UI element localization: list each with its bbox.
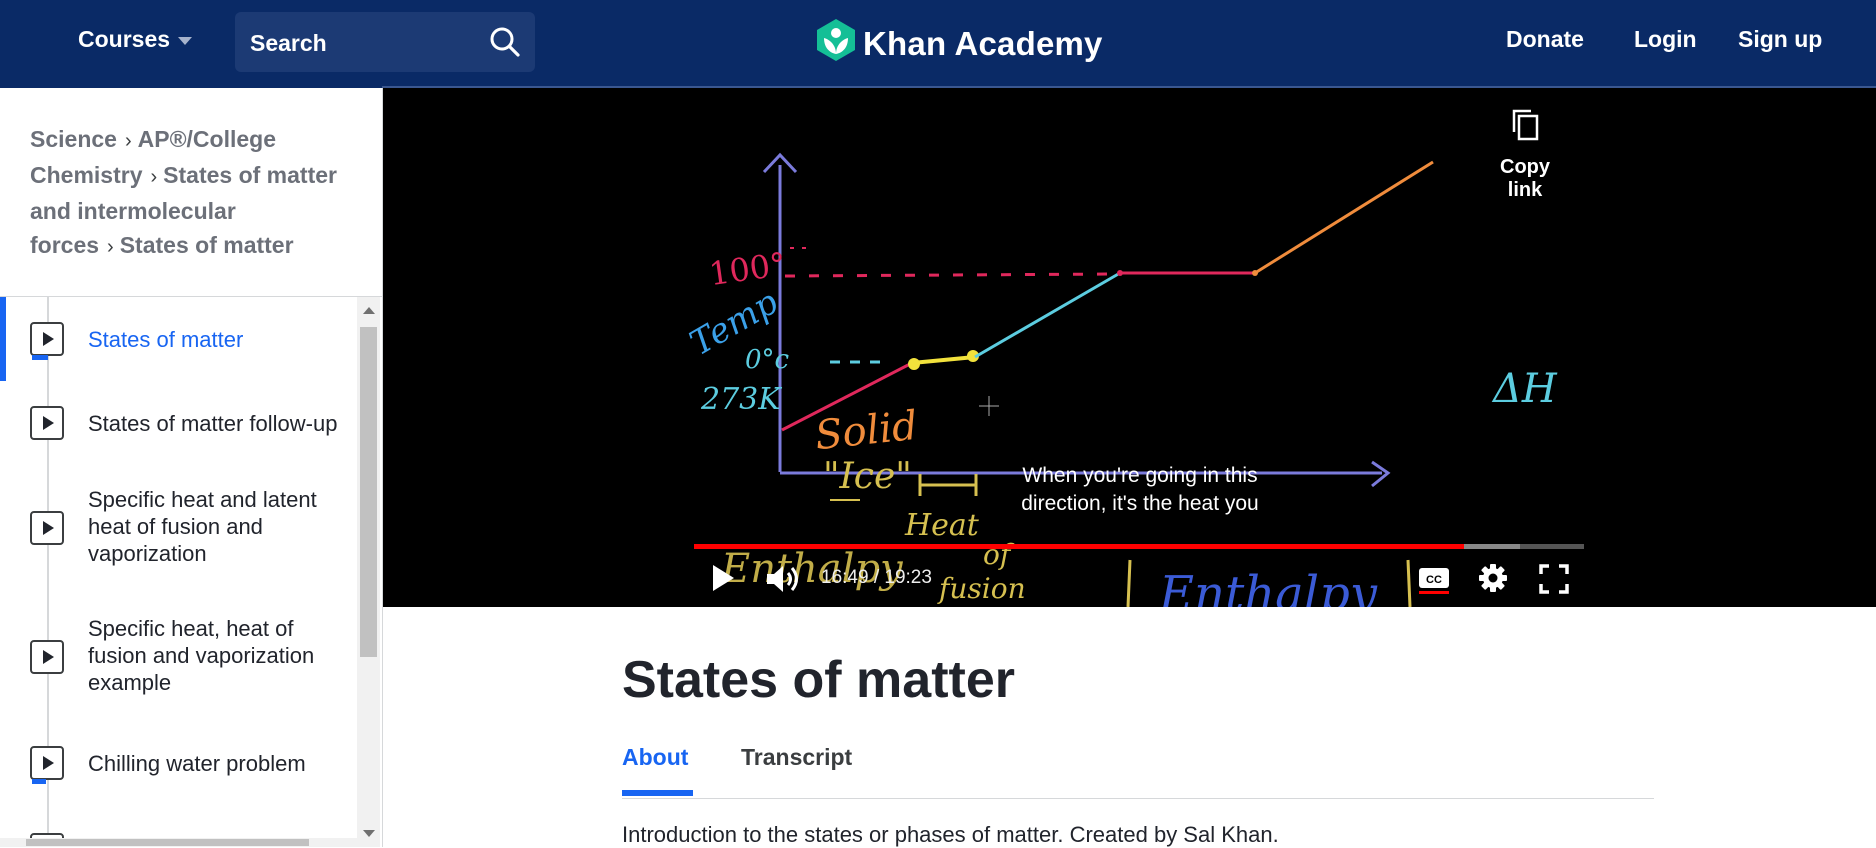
lesson-item-specific-heat-example[interactable]: Specific heat, heat of fusion and vapori…: [0, 593, 358, 723]
label-heat: Heat: [905, 508, 979, 543]
label-fusion: fusion: [939, 572, 1026, 605]
breadcrumb-science[interactable]: Science: [30, 126, 117, 152]
khan-academy-leaf-icon: [815, 18, 857, 70]
video-progress-bar[interactable]: [694, 544, 1584, 549]
video-caption: When you're going in this direction, it'…: [997, 462, 1283, 518]
lesson-item-label: Chilling water problem: [88, 751, 306, 776]
label-ice: "Ice": [823, 456, 912, 497]
lesson-item-label: Specific heat and latent heat of fusion …: [88, 487, 317, 566]
video-play-icon: [30, 406, 64, 440]
label-delta-h: ΔH: [1493, 366, 1557, 412]
label-of: of: [983, 538, 1011, 571]
copy-icon: [1483, 108, 1567, 148]
volume-icon[interactable]: [765, 563, 801, 600]
sign-up-link[interactable]: Sign up: [1738, 26, 1822, 53]
video-time-display: 16:49 / 19:23: [821, 567, 932, 588]
copy-link-button[interactable]: Copy link: [1483, 108, 1567, 202]
play-icon[interactable]: [710, 563, 736, 598]
label-enthalpy-right: Enthalpy: [1159, 566, 1377, 607]
lesson-item-label: Specific heat, heat of fusion and vapori…: [88, 616, 315, 695]
video-play-icon: [30, 511, 64, 545]
top-nav-bar: Courses Khan Academy Donate Login Sign u…: [0, 0, 1876, 88]
breadcrumb-separator: ›: [107, 236, 114, 258]
page-title: States of matter: [622, 651, 1015, 709]
scroll-up-arrow-icon[interactable]: [363, 307, 375, 314]
breadcrumb-separator: ›: [124, 130, 132, 152]
search-input[interactable]: [235, 12, 482, 74]
lesson-list: States of matter States of matter follow…: [0, 297, 358, 847]
svg-text:CC: CC: [1426, 574, 1442, 586]
lesson-item-chilling-water-problem[interactable]: Chilling water problem: [0, 723, 358, 807]
breadcrumb-states-of-matter[interactable]: States of matter: [120, 232, 294, 258]
scroll-down-arrow-icon[interactable]: [363, 830, 375, 837]
breadcrumb-separator: ›: [150, 166, 158, 188]
active-indicator: [0, 297, 6, 381]
fullscreen-icon[interactable]: [1539, 564, 1569, 599]
lesson-item-states-of-matter[interactable]: States of matter: [0, 297, 358, 381]
khan-academy-logo[interactable]: Khan Academy: [815, 18, 1103, 70]
login-link[interactable]: Login: [1634, 26, 1697, 53]
donate-link[interactable]: Donate: [1506, 26, 1584, 53]
tab-about[interactable]: About: [622, 744, 693, 796]
lesson-item-states-of-matter-follow-up[interactable]: States of matter follow-up: [0, 381, 358, 465]
caption-line-2: direction, it's the heat you: [1021, 492, 1259, 515]
closed-captions-icon[interactable]: CC: [1418, 564, 1450, 601]
video-frame-drawing: [762, 152, 1434, 607]
video-play-icon: [30, 322, 64, 360]
horizontal-scrollbar[interactable]: [0, 838, 358, 847]
courses-menu-button[interactable]: Courses: [78, 26, 193, 53]
search-icon[interactable]: [489, 26, 521, 63]
video-player[interactable]: 100° Temp 0°c 273K Solid "Ice" Heat of f…: [383, 88, 1876, 607]
copy-link-label: Copy link: [1500, 156, 1550, 201]
progress-played: [694, 544, 1464, 549]
breadcrumb: Science › AP®︎/College Chemistry › States of…: [30, 122, 360, 264]
sidebar-scrollbar[interactable]: [357, 297, 380, 847]
active-tab-indicator: [622, 790, 693, 796]
video-play-icon: [30, 746, 64, 784]
lesson-item-label: States of matter follow-up: [88, 411, 338, 436]
video-description: Introduction to the states or phases of …: [622, 822, 1279, 847]
label-273k: 273K: [701, 382, 781, 417]
scrollbar-thumb[interactable]: [360, 327, 377, 657]
content-tabs: About Transcript: [622, 744, 1654, 799]
tab-transcript-label: Transcript: [741, 744, 853, 770]
lesson-sidebar: Science › AP®︎/College Chemistry › States of…: [0, 88, 383, 847]
horizontal-scrollbar-thumb[interactable]: [26, 839, 309, 846]
logo-text: Khan Academy: [863, 25, 1103, 62]
search-box: [235, 12, 535, 74]
label-zero-c: 0°c: [745, 345, 790, 375]
lesson-item-label: States of matter: [88, 327, 244, 352]
lesson-item-specific-heat-latent-heat[interactable]: Specific heat and latent heat of fusion …: [0, 465, 358, 593]
tab-about-label: About: [622, 744, 689, 770]
video-play-icon: [30, 640, 64, 674]
settings-gear-icon[interactable]: [1478, 563, 1508, 598]
caption-line-1: When you're going in this: [1022, 464, 1258, 487]
courses-label: Courses: [78, 26, 171, 52]
chevron-down-icon: [178, 37, 193, 45]
tab-transcript[interactable]: Transcript: [741, 744, 852, 771]
